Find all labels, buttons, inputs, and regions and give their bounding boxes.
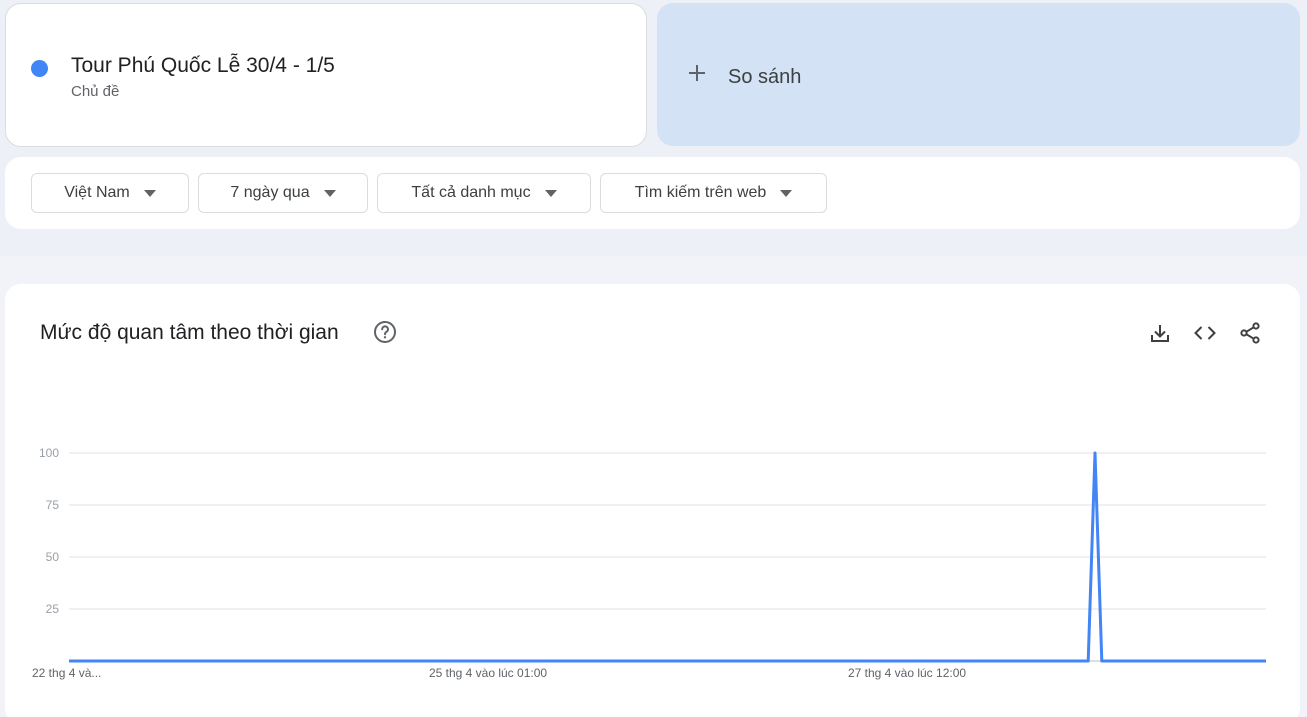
category-filter-dropdown[interactable]: Tất cả danh mục [377,173,591,213]
y-tick-label: 75 [46,498,60,512]
region-filter-label: Việt Nam [64,184,130,201]
compare-label: So sánh [728,66,802,88]
compare-button[interactable]: So sánh [657,3,1300,146]
time-range-filter-label: 7 ngày qua [230,184,310,201]
time-range-filter-dropdown[interactable]: 7 ngày qua [198,173,368,213]
y-tick-label: 25 [46,602,60,616]
term-type: Chủ đề [71,83,120,100]
search-type-filter-dropdown[interactable]: Tìm kiếm trên web [600,173,827,213]
region-filter-dropdown[interactable]: Việt Nam [31,173,189,213]
interest-over-time-card: Mức độ quan tâm theo thời gian 100 75 50 25… [5,284,1300,717]
plus-icon [689,65,705,81]
search-type-filter-label: Tìm kiếm trên web [634,184,767,201]
y-tick-label: 100 [39,446,59,460]
caret-down-icon [544,189,557,197]
line-chart: 100 75 50 25 22 thg 4 và... 25 thg 4 vào lúc … [32,446,1266,680]
x-tick-label: 27 thg 4 vào lúc 12:00 [848,666,966,680]
caret-down-icon [323,189,336,197]
filter-bar: Việt Nam 7 ngày qua Tất cả danh mục Tìm … [5,157,1300,229]
category-filter-label: Tất cả danh mục [411,184,531,201]
caret-down-icon [780,189,793,197]
x-tick-label: 25 thg 4 vào lúc 01:00 [429,666,547,680]
search-term-card[interactable]: Tour Phú Quốc Lễ 30/4 - 1/5 Chủ đề [5,3,647,147]
term-color-dot [31,60,48,77]
x-tick-label: 22 thg 4 và... [32,666,101,680]
term-title[interactable]: Tour Phú Quốc Lễ 30/4 - 1/5 [71,54,335,78]
y-tick-label: 50 [46,550,60,564]
caret-down-icon [143,189,156,197]
